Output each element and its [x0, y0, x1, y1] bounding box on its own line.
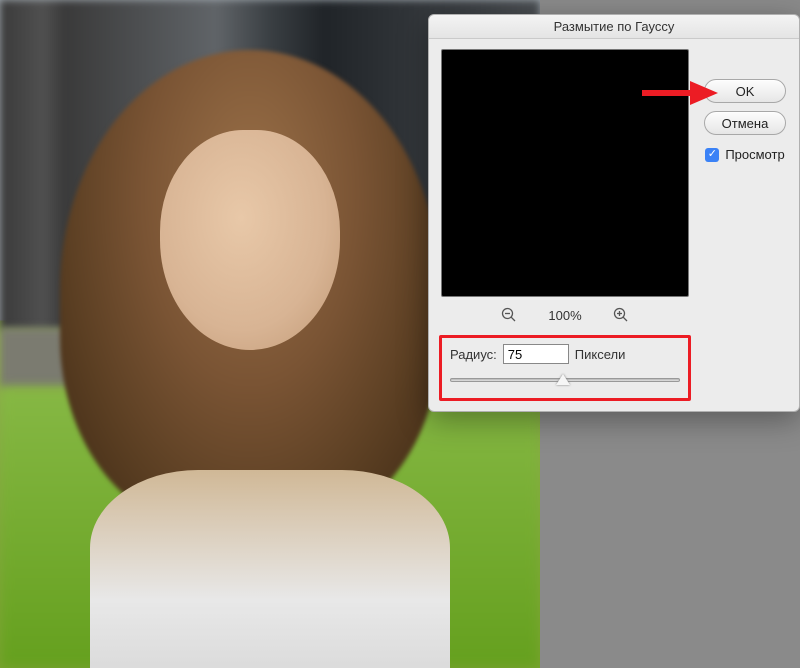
ok-button-label: OK — [736, 84, 755, 99]
dialog-title: Размытие по Гауссу — [554, 19, 675, 34]
filter-preview[interactable] — [441, 49, 689, 297]
radius-row: Радиус: Пиксели — [450, 344, 680, 364]
slider-thumb[interactable] — [556, 374, 570, 385]
radius-input[interactable] — [503, 344, 569, 364]
dialog-body: 100% Радиус: Пиксели OK — [429, 39, 799, 411]
radius-highlight-annotation: Радиус: Пиксели — [439, 335, 691, 401]
subject-face — [160, 130, 340, 350]
preview-label: Просмотр — [725, 147, 784, 162]
radius-slider[interactable] — [450, 372, 680, 388]
radius-label: Радиус: — [450, 347, 497, 362]
preview-checkbox[interactable]: ✓ — [705, 148, 719, 162]
ok-button[interactable]: OK — [704, 79, 786, 103]
zoom-in-icon[interactable] — [612, 306, 630, 324]
zoom-level: 100% — [548, 308, 581, 323]
dialog-left-panel: 100% Радиус: Пиксели — [441, 49, 689, 401]
cancel-button[interactable]: Отмена — [704, 111, 786, 135]
zoom-out-icon[interactable] — [500, 306, 518, 324]
dialog-titlebar[interactable]: Размытие по Гауссу — [429, 15, 799, 39]
preview-checkbox-row[interactable]: ✓ Просмотр — [705, 147, 784, 162]
subject-body — [90, 470, 450, 668]
zoom-controls: 100% — [441, 297, 689, 333]
units-label: Пиксели — [575, 347, 626, 362]
cancel-button-label: Отмена — [722, 116, 769, 131]
gaussian-blur-dialog: Размытие по Гауссу 100% Радиус: Пиксели — [428, 14, 800, 412]
dialog-right-panel: OK Отмена ✓ Просмотр — [699, 49, 791, 401]
